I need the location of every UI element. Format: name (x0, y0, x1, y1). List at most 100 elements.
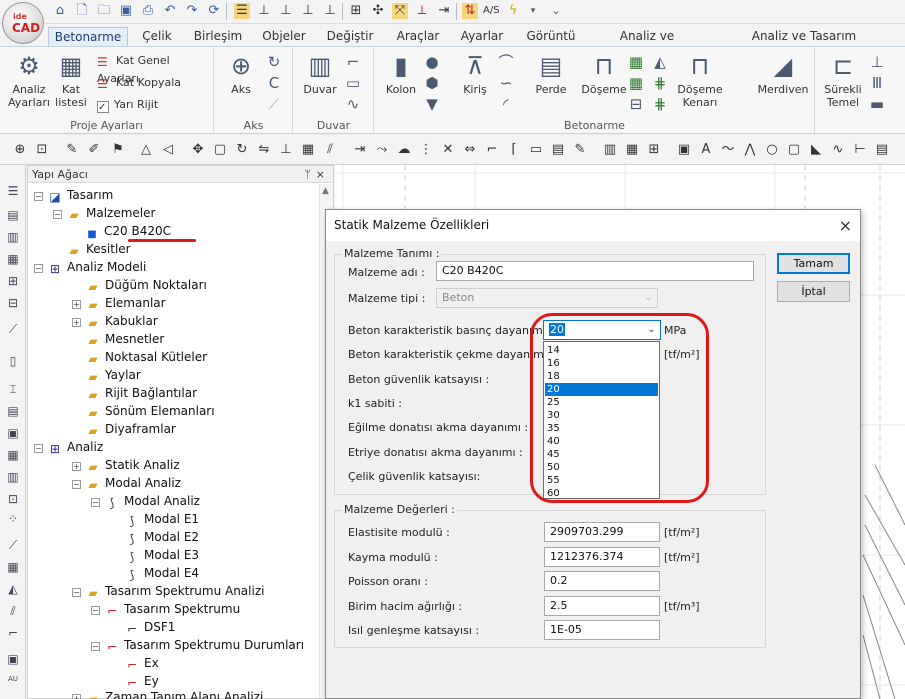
perde-button[interactable]: ▤ Perde (529, 51, 573, 96)
duvar-button[interactable]: ▥ Duvar (300, 51, 340, 96)
grid-icon[interactable]: ⊞ (646, 142, 662, 158)
material-type-select[interactable]: Beton ⌄ (436, 288, 658, 308)
tree-node-modal-e2[interactable]: ⟆ Modal E2 (124, 528, 199, 546)
tab-analiz-tasarim[interactable]: Analiz ve Tasarım (596, 27, 698, 61)
close-icon[interactable]: × (839, 210, 852, 241)
table-icon[interactable]: ▦ (624, 142, 640, 158)
dropdown-option[interactable]: 35 (545, 422, 658, 435)
column-round-icon[interactable]: ● (423, 53, 441, 71)
tree-node-analiz-modeli[interactable]: − ⊞ Analiz Modeli (34, 258, 146, 276)
lasso-icon[interactable]: ◁ (160, 142, 176, 158)
tree-node-yaylar[interactable]: ▰ Yaylar (85, 366, 140, 384)
foundation-pile-icon[interactable]: Ⅲ (868, 74, 886, 92)
beam-link-icon[interactable]: ∽ (497, 74, 515, 92)
tree-node-sonum[interactable]: ▰ Sönüm Elemanları (85, 402, 214, 420)
new-file-icon[interactable]: 🗋 (74, 3, 90, 19)
grid-snap-icon[interactable]: ⊞ (348, 3, 364, 19)
cancel-button[interactable]: İptal (777, 281, 850, 302)
fill-icon[interactable]: ◣ (808, 142, 824, 158)
thermal-coefficient-input[interactable]: 1E-05 (544, 620, 660, 640)
yari-rijit-checkbox[interactable]: ✓ Yarı Rijit (97, 96, 158, 114)
tab-birlesim[interactable]: Birleşim (190, 27, 246, 46)
collapse-icon[interactable]: − (91, 606, 100, 615)
redo-icon[interactable]: ↷ (184, 3, 200, 19)
break-icon[interactable]: ⤳ (374, 142, 390, 158)
chevron-down-icon[interactable]: ⌄ (548, 3, 564, 19)
collapse-icon[interactable]: − (34, 264, 43, 273)
kolon-button[interactable]: ▮ Kolon (381, 51, 421, 96)
slab-hatch-icon[interactable]: ⋕ (651, 74, 669, 92)
tab-goruntu[interactable]: Görüntü (520, 27, 582, 46)
tree-node-tasarim[interactable]: − ◪ Tasarım (34, 186, 113, 204)
wave-icon[interactable]: ∿ (830, 142, 846, 158)
measure-icon[interactable]: ▤ (550, 142, 566, 158)
wall-opening-icon[interactable]: ▭ (344, 74, 362, 92)
tree-node-dugum[interactable]: ▰ Düğüm Noktaları (85, 276, 206, 294)
surekli-temel-button[interactable]: ⊏ Sürekli Temel (820, 51, 866, 109)
zoom-window-icon[interactable]: ⊡ (34, 142, 50, 158)
axis-line-icon[interactable]: ⟋ (265, 95, 283, 113)
tool-7-icon[interactable]: ▯ (5, 353, 21, 369)
tool-8-icon[interactable]: ⌶ (5, 381, 21, 397)
tool-19-icon[interactable]: ▣ (5, 651, 21, 667)
merdiven-button[interactable]: ◢ Merdiven (755, 51, 811, 96)
polyline-icon[interactable]: ⋀ (742, 142, 758, 158)
tool-2-icon[interactable]: ▥ (5, 229, 21, 245)
expand-icon[interactable]: + (72, 318, 81, 327)
tree-node-modal-analiz[interactable]: − ⟆ Modal Analiz (91, 492, 200, 510)
tree-node-rijit[interactable]: ▰ Rijit Bağlantılar (85, 384, 197, 402)
home-icon[interactable]: ⌂ (52, 3, 68, 19)
dots-icon[interactable]: ⁘ (5, 511, 21, 527)
foundation-pad-icon[interactable]: ⊥ (868, 53, 886, 71)
tab-analiz-tasarim-goruntuleme[interactable]: Analiz ve Tasarım Görüntüleme (716, 27, 892, 61)
hatch-icon[interactable]: ▦ (300, 142, 316, 158)
foundation-mat-icon[interactable]: ▬ (868, 95, 886, 113)
dropdown-option-selected[interactable]: 20 (545, 383, 658, 396)
save-icon[interactable]: ▣ (118, 3, 134, 19)
pin-icon[interactable]: ᛘ (304, 166, 311, 183)
tab-celik[interactable]: Çelik (134, 27, 180, 46)
triangle-icon[interactable]: △ (138, 142, 154, 158)
open-folder-icon[interactable]: 🗀 (96, 3, 112, 19)
move-icon[interactable]: ✣ (370, 3, 386, 19)
tree-node-kabuklar[interactable]: + ▰ Kabuklar (72, 312, 158, 330)
properties-icon[interactable]: ✎ (572, 142, 588, 158)
column-poly-icon[interactable]: ⬢ (423, 74, 441, 92)
axis-arc-icon[interactable]: C (265, 74, 283, 92)
kiris-button[interactable]: ⊼ Kiriş (455, 51, 495, 96)
text-style-icon[interactable]: A/S (483, 3, 500, 19)
tool-18-icon[interactable]: ⌐ (5, 625, 21, 641)
close-icon[interactable]: × (316, 166, 325, 183)
poisson-ratio-input[interactable]: 0.2 (544, 571, 660, 591)
array-icon[interactable]: ⋮ (418, 142, 434, 158)
auto-rebar-icon[interactable]: AU (5, 675, 21, 691)
dropdown-option[interactable]: 25 (545, 396, 658, 409)
beam-curve-icon[interactable]: ⌒ (497, 53, 515, 71)
tab-betonarme[interactable]: Betonarme (48, 27, 128, 46)
tree-node-kesitler[interactable]: ▰ Kesitler (66, 240, 130, 258)
shear-modulus-input[interactable]: 1212376.374 (544, 547, 660, 567)
explode-icon[interactable]: ✕ (440, 142, 456, 158)
tree-node-modal-e4[interactable]: ⟆ Modal E4 (124, 564, 199, 582)
tree-node-modal-analiz-folder[interactable]: − ▰ Modal Analiz (72, 474, 181, 492)
move-cross-icon[interactable]: ✥ (190, 142, 206, 158)
tree-node-material-c20[interactable]: ■ C20 B420C (84, 222, 171, 240)
dropdown-option[interactable]: 30 (545, 409, 658, 422)
collapse-icon[interactable]: − (91, 642, 100, 651)
extend-icon[interactable]: ⇥ (352, 142, 368, 158)
tool-5-icon[interactable]: ⊟ (5, 295, 21, 311)
slab-grid-icon[interactable]: ▦ (627, 53, 645, 71)
image-icon[interactable]: ▣ (676, 142, 692, 158)
compressive-strength-select[interactable]: 20 ⌄ (543, 320, 661, 340)
tab-objeler[interactable]: Objeler (256, 27, 312, 46)
rotate-icon[interactable]: ↻ (234, 142, 250, 158)
brush-icon[interactable]: ✐ (86, 142, 102, 158)
align-right-icon[interactable]: ⊥ (300, 3, 316, 19)
slab-rib-icon[interactable]: ▦ (627, 74, 645, 92)
circle-icon[interactable]: ○ (764, 142, 780, 158)
tool-14-icon[interactable]: ⟋ (5, 537, 21, 553)
refresh-icon[interactable]: ⟳ (206, 3, 222, 19)
layers-icon[interactable]: ▤ (5, 207, 21, 223)
tab-degistir[interactable]: Değiştir (320, 27, 380, 46)
dropdown-option[interactable]: 45 (545, 448, 658, 461)
